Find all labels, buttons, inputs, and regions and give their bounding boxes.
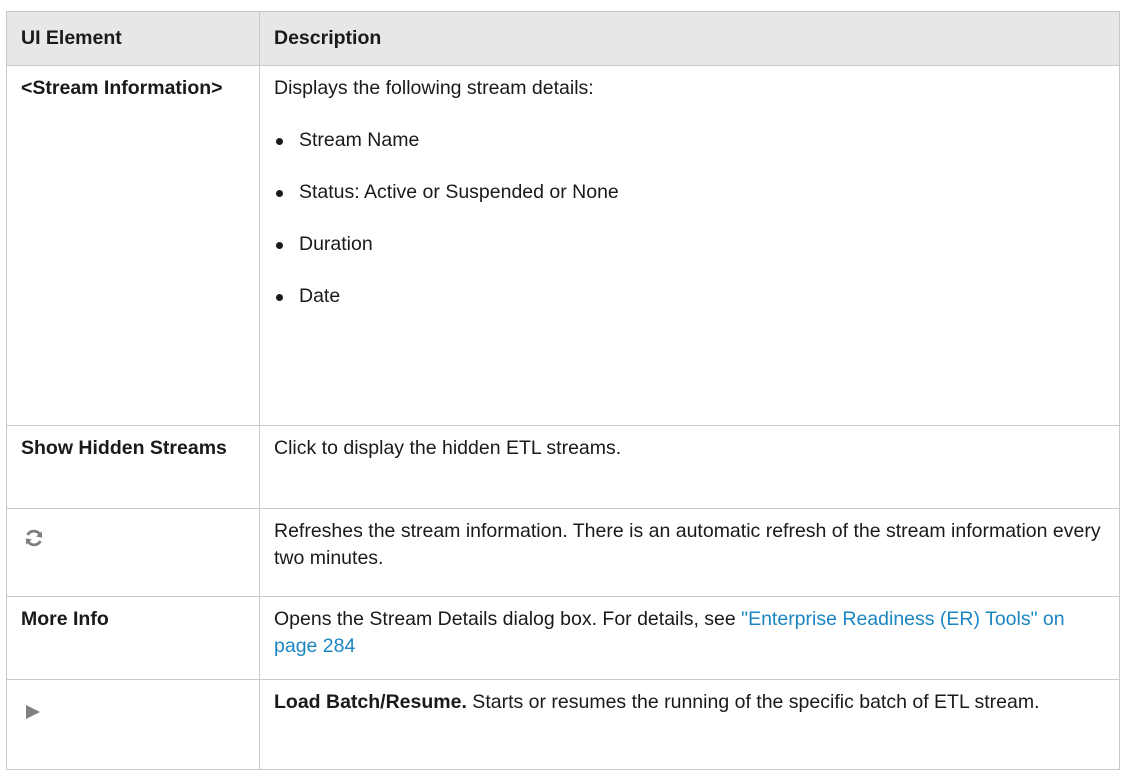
refresh-element xyxy=(6,508,260,597)
table-row: Load Batch/Resume. Starts or resumes the… xyxy=(6,679,1120,770)
list-item: Status: Active or Suspended or None xyxy=(274,179,1105,206)
table-row: Show Hidden Streams Click to display the… xyxy=(6,425,1120,509)
more-info-description-cell: Opens the Stream Details dialog box. For… xyxy=(259,596,1120,680)
load-batch-label: Load Batch/Resume. xyxy=(274,691,467,713)
stream-details-list: Stream Name Status: Active or Suspended … xyxy=(274,127,1105,310)
load-batch-description: Starts or resumes the running of the spe… xyxy=(466,691,1040,713)
refresh-icon xyxy=(24,528,44,556)
list-item: Stream Name xyxy=(274,127,1105,154)
header-ui-element: UI Element xyxy=(6,11,260,66)
ui-elements-table: UI Element Description <Stream Informati… xyxy=(6,11,1120,770)
more-info-label: More Info xyxy=(21,608,109,630)
stream-information-description: Displays the following stream details: xyxy=(274,77,594,99)
more-info-element: More Info xyxy=(6,596,260,680)
stream-information-description-cell: Displays the following stream details: S… xyxy=(259,65,1120,426)
load-batch-description-cell: Load Batch/Resume. Starts or resumes the… xyxy=(259,679,1120,770)
header-description: Description xyxy=(259,11,1120,66)
table-row: Refreshes the stream information. There … xyxy=(6,508,1120,597)
stream-information-element: <Stream Information> xyxy=(6,65,260,426)
table-row: <Stream Information> Displays the follow… xyxy=(6,65,1120,426)
load-batch-element xyxy=(6,679,260,770)
list-item: Duration xyxy=(274,231,1105,258)
show-hidden-streams-label: Show Hidden Streams xyxy=(21,437,227,459)
show-hidden-streams-description: Click to display the hidden ETL streams. xyxy=(259,425,1120,509)
more-info-description: Opens the Stream Details dialog box. For… xyxy=(274,608,742,630)
play-icon xyxy=(25,701,41,728)
refresh-description: Refreshes the stream information. There … xyxy=(259,508,1120,597)
show-hidden-streams-element: Show Hidden Streams xyxy=(6,425,260,509)
stream-information-label: <Stream Information> xyxy=(21,77,223,99)
list-item: Date xyxy=(274,283,1105,310)
table-row: More Info Opens the Stream Details dialo… xyxy=(6,596,1120,680)
table-header-row: UI Element Description xyxy=(6,11,1120,66)
